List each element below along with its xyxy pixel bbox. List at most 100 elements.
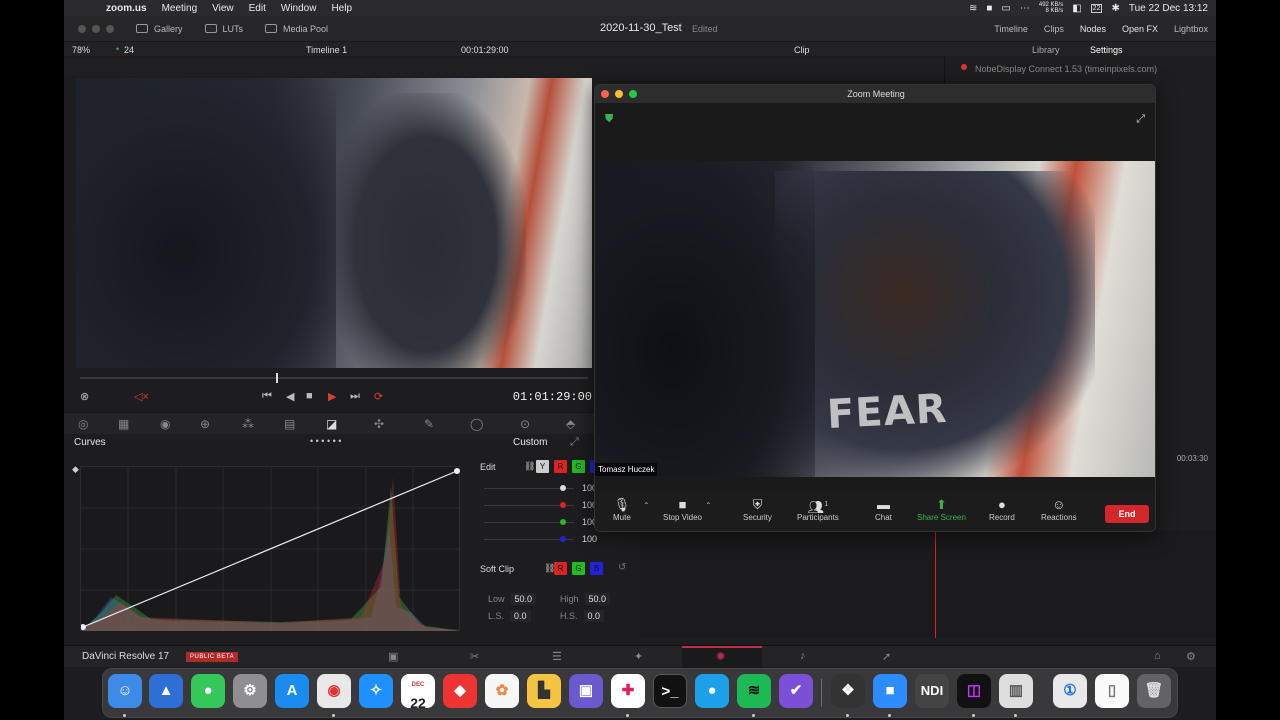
safari-icon[interactable]: ✧ (359, 674, 393, 708)
curves-expand-icon[interactable]: ⤢ (570, 436, 579, 449)
camera-raw-icon[interactable]: ◎ (78, 417, 88, 431)
app-store-icon[interactable]: A (275, 674, 309, 708)
curve-editor[interactable] (80, 466, 461, 631)
record-button[interactable]: ● Record (989, 497, 1015, 522)
viewer-scrubber[interactable] (80, 373, 588, 383)
launchpad-icon[interactable]: ▲ (149, 674, 183, 708)
menu-view[interactable]: View (212, 3, 234, 14)
calendar-icon[interactable]: DEC 22 (401, 674, 435, 711)
participant-video[interactable]: FEAR (595, 161, 1155, 477)
curve-graph[interactable] (80, 467, 461, 631)
chip-r[interactable]: R (554, 460, 567, 473)
luts-button[interactable]: LUTs (204, 24, 243, 34)
forklift-icon[interactable]: ▙ (527, 674, 561, 708)
messages-icon[interactable]: ● (191, 674, 225, 708)
timeline-selector[interactable]: Timeline 1 (306, 45, 347, 55)
clip-selector[interactable]: Clip (794, 45, 810, 55)
close-button[interactable] (78, 24, 86, 33)
zoom-maximize-button[interactable] (629, 90, 637, 98)
bluetooth-icon[interactable]: ✱ (1111, 3, 1119, 14)
media-page-icon[interactable]: ▣ (388, 650, 398, 663)
curves-mode-selector[interactable]: Custom (513, 437, 547, 448)
spotify-icon[interactable]: ≋ (737, 674, 771, 708)
mute-button[interactable]: 🎙︎ Mute (613, 497, 631, 522)
menu-edit[interactable]: Edit (249, 3, 266, 14)
cut-page-icon[interactable]: ✂ (470, 650, 479, 663)
davinci-resolve-icon[interactable]: ❖ (831, 674, 865, 708)
slider-y[interactable] (484, 485, 574, 491)
battery-icon[interactable]: ▭ (1001, 3, 1010, 14)
mini-timeline[interactable]: 00:03:30 (640, 454, 1216, 638)
encryption-shield-icon[interactable]: ⛊ (605, 113, 613, 126)
scrubber-playhead[interactable] (276, 373, 278, 383)
deliver-page-icon[interactable]: ➚ (882, 650, 891, 663)
rgb-mixer-icon[interactable]: ⁂ (242, 417, 254, 431)
settings-tab[interactable]: Settings (1090, 45, 1123, 55)
project-settings-icon[interactable]: ⚙ (1186, 650, 1196, 663)
plugin-row[interactable]: NobeDisplay Connect 1.53 (timeinpixels.c… (945, 56, 1216, 74)
slider-r-knob[interactable] (560, 502, 566, 508)
window-icon[interactable]: ◯ (470, 417, 483, 431)
zoom-close-button[interactable] (601, 90, 609, 98)
color-match-icon[interactable]: ▦ (118, 417, 129, 431)
library-tab[interactable]: Library (1032, 45, 1060, 55)
curve-point-icon[interactable]: ◆ (72, 464, 79, 475)
clips-toggle[interactable]: Clips (1044, 24, 1064, 34)
sketch-icon[interactable]: ◆ (443, 674, 477, 708)
control-center-icon[interactable]: ◧ (1072, 3, 1081, 14)
loop-icon[interactable]: ⟳ (374, 390, 383, 403)
menu-meeting[interactable]: Meeting (162, 3, 198, 14)
menu-help[interactable]: Help (331, 3, 352, 14)
menu-extra-icon[interactable]: ⋯ (1020, 3, 1030, 14)
value-b[interactable]: 100 (582, 534, 597, 544)
proxyman-icon[interactable]: ● (695, 674, 729, 708)
edit-page-icon[interactable]: ☰ (552, 650, 562, 663)
fullscreen-icon[interactable]: ⤢ (1136, 113, 1145, 126)
clock[interactable]: Tue 22 Dec 13:12 (1129, 3, 1208, 14)
archive-utility-icon[interactable]: ▣ (569, 674, 603, 708)
stop-icon[interactable]: ■ (306, 390, 313, 402)
fairlight-page-icon[interactable]: ♪ (800, 650, 806, 662)
onepassword-icon[interactable]: ① (1053, 674, 1087, 708)
chrome-icon[interactable]: ◉ (317, 674, 351, 708)
wifi-icon[interactable]: ≋ (969, 3, 977, 14)
low-value[interactable]: 50.0 (510, 593, 537, 605)
share-screen-button[interactable]: ⬆ Share Screen (917, 497, 966, 522)
zoom-minimize-button[interactable] (615, 90, 623, 98)
link-icon[interactable]: ⛓ (524, 461, 535, 472)
chat-button[interactable]: ▬ Chat (875, 497, 892, 522)
play-icon[interactable]: ▶ (328, 390, 336, 403)
high-value[interactable]: 50.0 (584, 593, 611, 605)
viewer-frame[interactable] (76, 78, 592, 368)
end-meeting-button[interactable]: End (1105, 505, 1149, 523)
curves-icon[interactable]: ◪ (326, 417, 337, 431)
things-icon[interactable]: ✔ (779, 674, 813, 708)
hs-value[interactable]: 0.0 (583, 610, 605, 622)
color-page-icon[interactable]: ✺ (716, 650, 725, 663)
home-icon[interactable]: ⌂ (1154, 650, 1161, 662)
chip-g[interactable]: G (572, 460, 585, 473)
audio-options-chevron-icon[interactable]: ⌃ (643, 501, 650, 510)
zoom-icon[interactable]: ■ (873, 674, 907, 708)
utility-icon[interactable]: ▥ (999, 674, 1033, 708)
slider-g-knob[interactable] (560, 519, 566, 525)
chip-y[interactable]: Y (536, 460, 549, 473)
skip-start-icon[interactable]: ⏮ (262, 390, 272, 403)
document-icon[interactable]: ▯ (1095, 674, 1129, 708)
slider-r[interactable] (484, 502, 574, 508)
timeline-toggle[interactable]: Timeline (994, 24, 1028, 34)
finder-icon[interactable]: ☺ (108, 674, 142, 708)
gallery-button[interactable]: Gallery (136, 24, 183, 34)
camera-icon[interactable]: ■ (986, 3, 992, 14)
calendar-menu-icon[interactable]: 22 (1090, 3, 1103, 13)
security-button[interactable]: ⛨ Security (743, 497, 772, 522)
menu-window[interactable]: Window (281, 3, 317, 14)
slider-g[interactable] (484, 519, 574, 525)
screen-app-icon[interactable]: ◫ (957, 674, 991, 708)
soft-chip-r[interactable]: R (554, 562, 567, 575)
slider-b[interactable] (484, 536, 574, 542)
curves-page-dots[interactable]: • • • • • • (310, 436, 341, 446)
color-wheels-icon[interactable]: ◉ (160, 417, 170, 431)
minimize-button[interactable] (92, 24, 100, 33)
participants-button[interactable]: 👥︎1 Participants (797, 497, 839, 522)
